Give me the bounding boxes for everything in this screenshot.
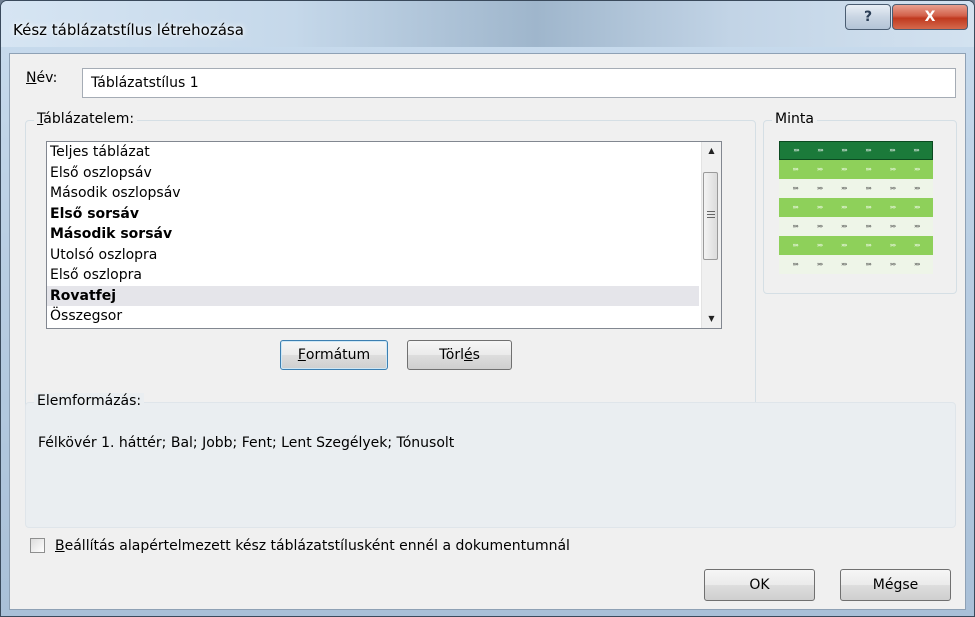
sample-cell: »»	[793, 147, 799, 154]
sample-cell: »»	[792, 185, 798, 192]
element-format-label: Elemformázás:	[34, 393, 145, 409]
table-element-group: Táblázatelem: Teljes táblázat Első oszlop…	[25, 111, 756, 433]
sample-cell: »»	[816, 185, 823, 192]
sample-cell: »»	[865, 204, 871, 211]
scrollbar-thumb[interactable]	[703, 172, 718, 260]
clear-button-accesskey: é	[464, 347, 473, 363]
sample-cell: »»	[889, 166, 896, 173]
table-element-listbox[interactable]: Teljes táblázat Első oszlopsáv Második osz…	[46, 141, 722, 329]
scroll-down-icon[interactable]: ▼	[702, 310, 721, 328]
sample-cell: »»	[913, 147, 919, 154]
sample-cell: »»	[865, 261, 871, 268]
close-button[interactable]: X	[892, 4, 968, 30]
sample-cell: »»	[914, 166, 920, 173]
sample-cell: »»	[889, 204, 896, 211]
close-icon: X	[924, 9, 936, 25]
name-label-rest: év:	[36, 70, 58, 86]
listbox-scrollbar[interactable]: ▲ ▼	[701, 142, 721, 328]
list-item[interactable]: Első oszlopra	[47, 265, 699, 286]
sample-cell: »»	[816, 223, 823, 230]
sample-cell: »»	[841, 242, 847, 249]
dialog-window: Kész táblázatstílus létrehozása ? X Név:…	[0, 0, 975, 617]
title-bar[interactable]: Kész táblázatstílus létrehozása ? X	[1, 1, 974, 47]
dialog-title: Kész táblázatstílus létrehozása	[13, 21, 244, 39]
clear-button-after: s	[472, 347, 480, 363]
scrollbar-grip-icon	[707, 211, 715, 212]
format-button-accesskey: F	[297, 347, 306, 363]
element-format-text: Félkövér 1. háttér; Bal; Jobb; Fent; Len…	[38, 435, 455, 451]
sample-cell: »»	[841, 223, 847, 230]
set-default-accesskey: B	[55, 538, 65, 554]
help-icon: ?	[863, 9, 873, 25]
sample-cell: »»	[816, 166, 823, 173]
clear-button[interactable]: Törl é s	[407, 340, 512, 370]
sample-cell: »»	[914, 261, 920, 268]
list-item[interactable]: Utolsó oszlopra	[47, 245, 699, 266]
help-button[interactable]: ?	[845, 4, 891, 30]
sample-group: Minta »»»»»»»»»»»»»»»»»»»»»»»»»»»»»»»»»»…	[763, 111, 957, 294]
sample-row: »» »» »» »» »» »»	[779, 255, 933, 274]
format-button[interactable]: Formátum	[280, 340, 388, 370]
sample-cell: »»	[865, 166, 871, 173]
style-name-input[interactable]: Táblázatstílus 1	[82, 68, 956, 98]
dialog-client-area: Név: Táblázatstílus 1 Táblázatelem: Telj…	[9, 53, 966, 610]
list-item[interactable]: Rovatfej	[47, 285, 699, 306]
list-item[interactable]: Második oszlopsáv	[47, 183, 699, 204]
sample-cell: »»	[914, 185, 920, 192]
sample-cell: »»	[865, 185, 871, 192]
sample-cell: »»	[889, 185, 896, 192]
sample-cell: »»	[889, 147, 895, 154]
list-item[interactable]: Második sorsáv	[47, 224, 699, 245]
sample-row: »» »» »» »» »» »»	[779, 160, 933, 179]
sample-table-preview: »»»»»»»»»»»»»»»»»»»»»»»»»»»»»»»»»»»»»»»»…	[779, 141, 933, 274]
sample-cell: »»	[816, 242, 823, 249]
list-item[interactable]: Első oszlopsáv	[47, 163, 699, 184]
name-label-accesskey: N	[26, 70, 37, 86]
sample-cell: »»	[817, 147, 823, 154]
sample-cell: »»	[914, 204, 920, 211]
list-item[interactable]: Teljes táblázat	[47, 142, 699, 163]
name-label: Név:	[26, 70, 57, 86]
sample-cell: »»	[865, 147, 871, 154]
sample-row: »» »» »» »» »» »»	[779, 217, 933, 236]
scroll-up-icon[interactable]: ▲	[702, 142, 721, 160]
table-element-label-rest: áblázatelem:	[43, 111, 135, 127]
table-element-label: Táblázatelem:	[34, 111, 138, 127]
sample-cell: »»	[816, 204, 823, 211]
sample-row: »» »» »» »» »» »»	[779, 141, 933, 160]
sample-cell: »»	[841, 185, 847, 192]
sample-cell: »»	[841, 204, 847, 211]
sample-cell: »»	[865, 242, 871, 249]
sample-cell: »»	[889, 242, 896, 249]
sample-cell: »»	[889, 261, 896, 268]
sample-cell: »»	[792, 242, 798, 249]
sample-cell: »»	[914, 223, 920, 230]
sample-row: »» »» »» »» »» »»	[779, 198, 933, 217]
table-element-list: Teljes táblázat Első oszlopsáv Második osz…	[47, 142, 721, 327]
sample-row: »» »» »» »» »» »»	[779, 179, 933, 198]
set-default-label-rest: eállítás alapértelmezett kész táblázatst…	[64, 538, 570, 554]
clear-button-before: Törl	[439, 347, 464, 363]
list-item[interactable]: Első sorsáv	[47, 204, 699, 225]
element-format-group: Elemformázás: Félkövér 1. háttér; Bal; J…	[25, 393, 956, 528]
sample-cell: »»	[792, 166, 798, 173]
sample-cell: »»	[914, 242, 920, 249]
sample-cell: »»	[792, 261, 798, 268]
sample-label: Minta	[772, 111, 817, 127]
format-button-rest: ormátum	[305, 347, 371, 363]
ok-button[interactable]: OK	[704, 569, 815, 601]
list-item[interactable]: Összegsor	[47, 306, 699, 327]
sample-cell: »»	[792, 223, 798, 230]
cancel-button[interactable]: Mégse	[840, 569, 951, 601]
set-default-checkbox-label[interactable]: Beállítás alapértelmezett kész táblázats…	[55, 538, 570, 554]
sample-row: »» »» »» »» »» »»	[779, 236, 933, 255]
sample-cell: »»	[841, 261, 847, 268]
sample-cell: »»	[792, 204, 798, 211]
sample-cell: »»	[841, 166, 847, 173]
sample-cell: »»	[889, 223, 896, 230]
sample-cell: »»	[816, 261, 823, 268]
sample-cell: »»	[841, 147, 847, 154]
set-default-checkbox[interactable]	[30, 538, 45, 553]
sample-cell: »»	[865, 223, 871, 230]
